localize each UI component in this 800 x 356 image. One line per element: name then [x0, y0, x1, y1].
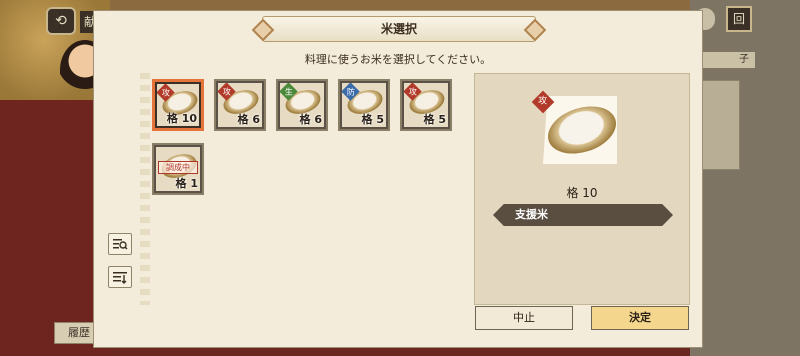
- cancel-button[interactable]: 中止: [475, 306, 573, 330]
- dialog-title-bar: 米選択: [251, 16, 547, 42]
- back-button[interactable]: ⟲: [46, 7, 76, 35]
- rice-item[interactable]: 攻 格 5: [400, 79, 452, 131]
- rice-item-frame: 攻 格 6: [218, 83, 262, 127]
- rice-item-frame: 攻 格 10: [157, 84, 199, 126]
- filter-button[interactable]: [108, 233, 132, 255]
- rice-tier: 格 6: [237, 113, 260, 126]
- rice-item[interactable]: 調成中 格 1: [152, 143, 204, 195]
- detail-tier: 格 10: [566, 186, 598, 200]
- rice-item-frame: 攻 格 5: [404, 83, 448, 127]
- sort-button[interactable]: [108, 266, 132, 288]
- rice-item-frame: 調成中 格 1: [156, 147, 200, 191]
- rice-item[interactable]: 攻 格 6: [214, 79, 266, 131]
- rice-item[interactable]: 防 格 5: [338, 79, 390, 131]
- rice-detail-panel: 攻 格 10 支援米: [474, 73, 690, 305]
- rice-list: 攻 格 10 攻 格 6 生 格 6 防 格 5 攻 格 5 調成中 格 1: [140, 73, 468, 305]
- rice-tier: 格 5: [423, 113, 446, 126]
- rice-tier: 格 1: [175, 177, 198, 190]
- rice-tier: 格 6: [299, 113, 322, 126]
- in-progress-stamp: 調成中: [158, 161, 198, 174]
- dialog-instruction: 料理に使うお米を選択してください。: [304, 53, 492, 66]
- rice-item-frame: 生 格 6: [280, 83, 324, 127]
- rice-select-dialog: 米選択 料理に使うお米を選択してください。 攻 格 10 攻 格 6 生 格 6…: [93, 10, 703, 348]
- menu-button[interactable]: 回: [726, 6, 752, 32]
- rice-item[interactable]: 攻 格 10: [152, 79, 204, 131]
- rice-name-ribbon: 支援米: [493, 204, 673, 226]
- confirm-button[interactable]: 決定: [591, 306, 689, 330]
- search-list-icon: [113, 239, 128, 250]
- rice-item[interactable]: 生 格 6: [276, 79, 328, 131]
- rice-tier: 格 10: [166, 112, 197, 125]
- sort-list-icon: [113, 272, 127, 284]
- background-right-panel: [700, 80, 740, 170]
- list-edge-decoration: [140, 73, 150, 305]
- dialog-title: 米選択: [380, 22, 417, 36]
- rice-item-frame: 防 格 5: [342, 83, 386, 127]
- right-label: 子: [695, 52, 755, 68]
- rice-tier: 格 5: [361, 113, 384, 126]
